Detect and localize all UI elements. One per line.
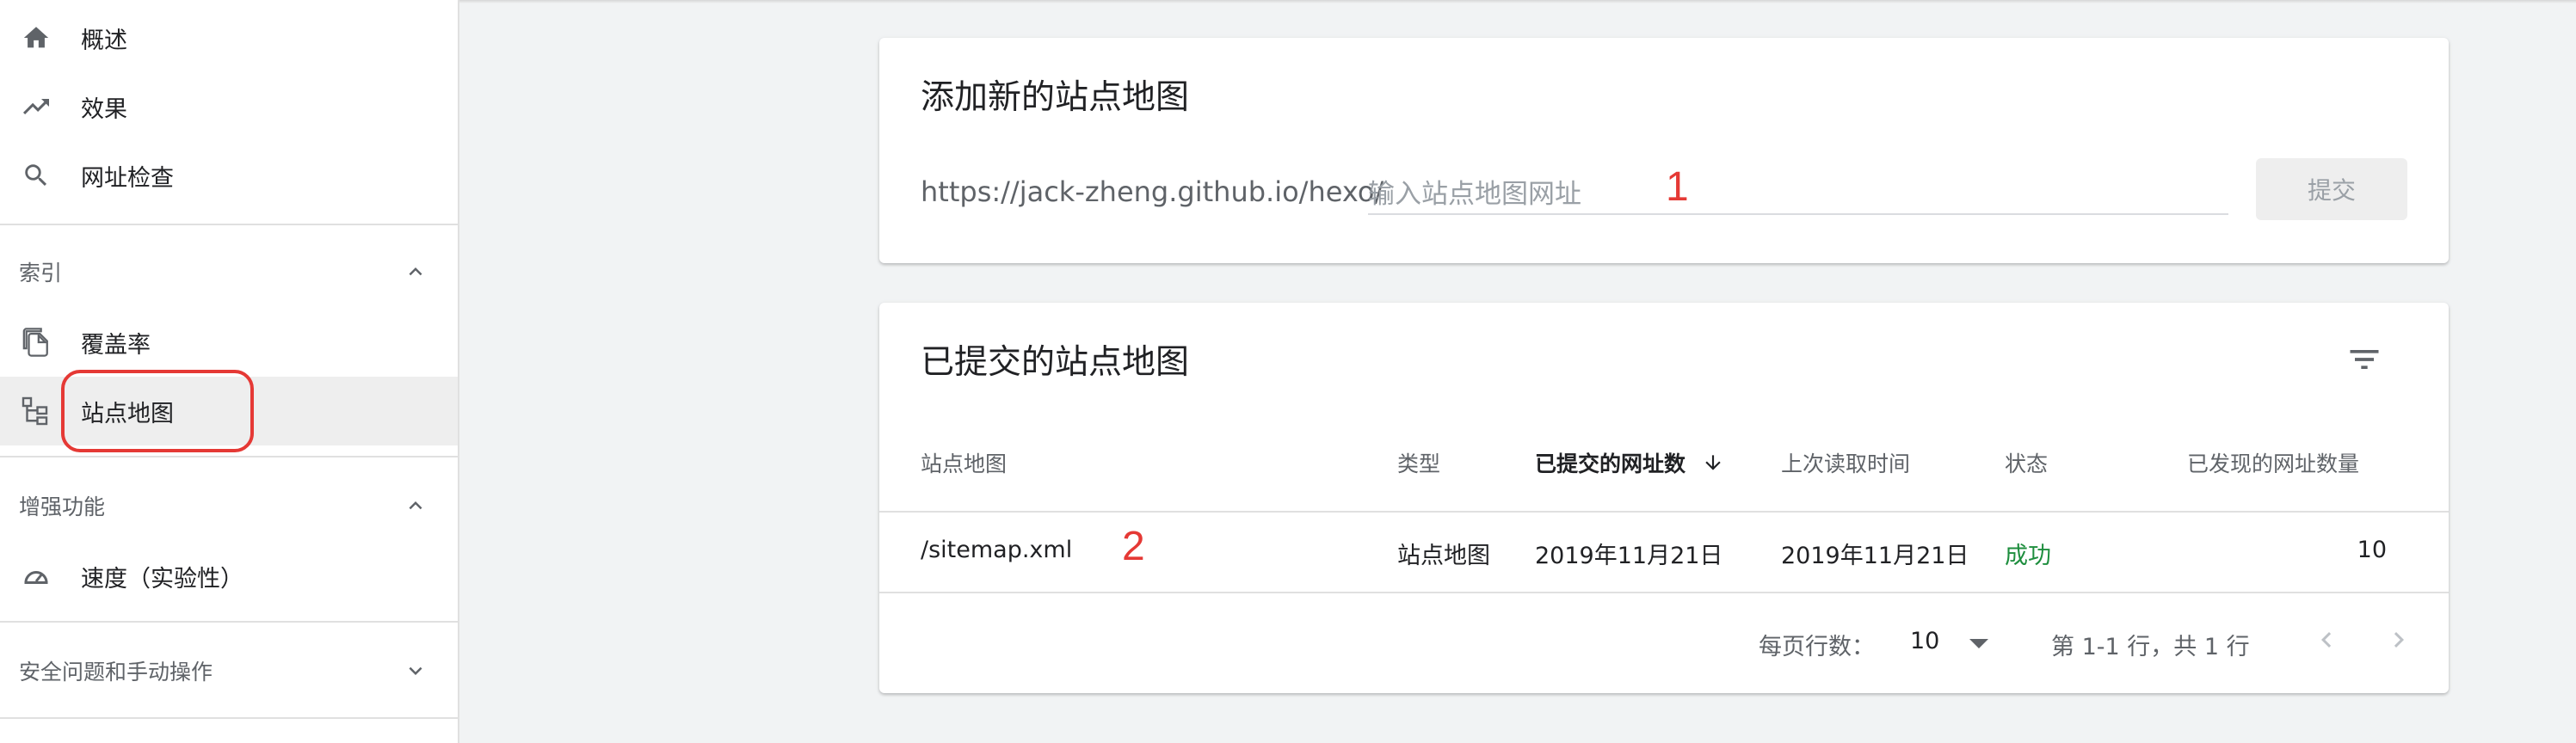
sidebar-item-label: 站点地图 — [81, 400, 174, 427]
cell-sitemap[interactable]: /sitemap.xml — [921, 537, 1072, 563]
column-header-last-read[interactable]: 上次读取时间 — [1781, 447, 1910, 478]
url-prefix: https://jack-zheng.github.io/hexo/ — [921, 175, 1384, 208]
sidebar-divider — [0, 224, 458, 225]
submitted-sitemaps-title: 已提交的站点地图 — [921, 343, 1190, 382]
cell-submitted-date: 2019年11月21日 — [1535, 543, 1723, 569]
cell-last-read: 2019年11月21日 — [1781, 543, 1969, 569]
annotation-number-2: 2 — [1122, 524, 1145, 569]
sitemap-icon — [19, 394, 53, 428]
sidebar-item-speed[interactable]: 速度（实验性） — [0, 542, 458, 611]
section-title: 索引 — [19, 261, 63, 286]
section-header-enhancements[interactable]: 增强功能 — [0, 471, 458, 540]
top-shadow — [459, 0, 2576, 3]
cell-type: 站点地图 — [1397, 543, 1490, 569]
sidebar-item-url-inspection[interactable]: 网址检查 — [0, 141, 458, 210]
filter-list-icon[interactable] — [2342, 337, 2387, 382]
sidebar-divider — [0, 621, 458, 623]
sidebar-item-label: 效果 — [81, 95, 127, 123]
column-header-status[interactable]: 状态 — [2005, 447, 2048, 478]
add-sitemap-card: 添加新的站点地图 https://jack-zheng.github.io/he… — [879, 38, 2449, 263]
copy-pages-icon — [19, 325, 53, 359]
table-divider — [879, 511, 2449, 513]
dropdown-arrow-icon — [1969, 629, 1988, 655]
rows-per-page-label: 每页行数： — [1759, 634, 1875, 660]
section-header-index[interactable]: 索引 — [0, 237, 458, 306]
annotation-number-1: 1 — [1666, 164, 1689, 210]
sidebar-item-performance[interactable]: 效果 — [0, 72, 458, 141]
sidebar-item-label: 概述 — [81, 27, 127, 54]
add-sitemap-title: 添加新的站点地图 — [921, 78, 1190, 117]
sitemap-url-input[interactable] — [1368, 175, 2228, 215]
chevron-left-icon[interactable] — [2309, 623, 2344, 657]
submitted-sitemaps-card: 已提交的站点地图 站点地图 类型 已提交的网址数 上次读取时间 状态 已发现的网… — [879, 303, 2449, 693]
column-header-discovered-urls[interactable]: 已发现的网址数量 — [2187, 447, 2359, 478]
sidebar-divider — [0, 717, 458, 719]
sidebar-item-coverage[interactable]: 覆盖率 — [0, 308, 458, 377]
section-title: 增强功能 — [19, 494, 106, 519]
rows-per-page-value: 10 — [1910, 628, 1940, 654]
column-header-submitted-urls[interactable]: 已提交的网址数 — [1535, 447, 1724, 479]
sidebar-item-sitemaps[interactable]: 站点地图 — [0, 377, 458, 445]
cell-discovered: 10 — [2357, 537, 2387, 563]
sidebar-item-label: 速度（实验性） — [81, 565, 243, 593]
search-icon — [19, 158, 53, 193]
column-header-sitemap[interactable]: 站点地图 — [921, 447, 1007, 478]
chevron-down-icon — [401, 656, 430, 685]
chevron-up-icon — [401, 257, 430, 286]
trending-up-icon — [19, 89, 53, 124]
arrow-down-icon — [1702, 451, 1724, 479]
rows-per-page-select[interactable]: 10 — [1910, 628, 1988, 655]
cell-status: 成功 — [2005, 543, 2051, 569]
sidebar-item-label: 网址检查 — [81, 164, 174, 192]
table-divider — [879, 592, 2449, 593]
chevron-right-icon[interactable] — [2382, 623, 2416, 657]
sidebar-item-label: 覆盖率 — [81, 331, 151, 359]
pagination-range: 第 1-1 行，共 1 行 — [2051, 634, 2250, 660]
chevron-up-icon — [401, 491, 430, 520]
speed-gauge-icon — [19, 559, 53, 593]
section-title: 安全问题和手动操作 — [19, 660, 213, 685]
section-header-security[interactable]: 安全问题和手动操作 — [0, 636, 458, 705]
column-header-label: 已提交的网址数 — [1535, 451, 1686, 476]
submit-button[interactable]: 提交 — [2256, 158, 2407, 220]
sidebar: 概述 效果 网址检查 索引 覆盖率 站点地图 增强功能 速度（实验性） 安全问题… — [0, 0, 459, 743]
home-icon — [19, 21, 53, 55]
sidebar-divider — [0, 456, 458, 457]
column-header-type[interactable]: 类型 — [1397, 447, 1440, 478]
sidebar-item-overview[interactable]: 概述 — [0, 3, 458, 72]
